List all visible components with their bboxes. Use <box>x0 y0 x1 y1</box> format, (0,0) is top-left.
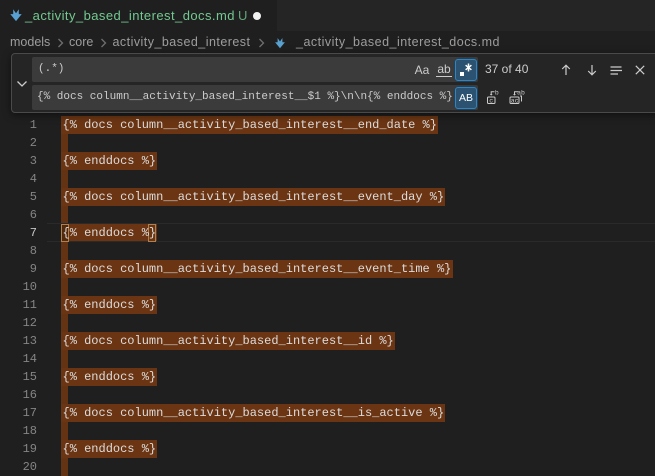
svg-text:ab: ab <box>517 90 525 97</box>
svg-text:ac: ac <box>511 97 519 104</box>
svg-text:b: b <box>495 90 499 97</box>
svg-text:c: c <box>489 97 493 104</box>
